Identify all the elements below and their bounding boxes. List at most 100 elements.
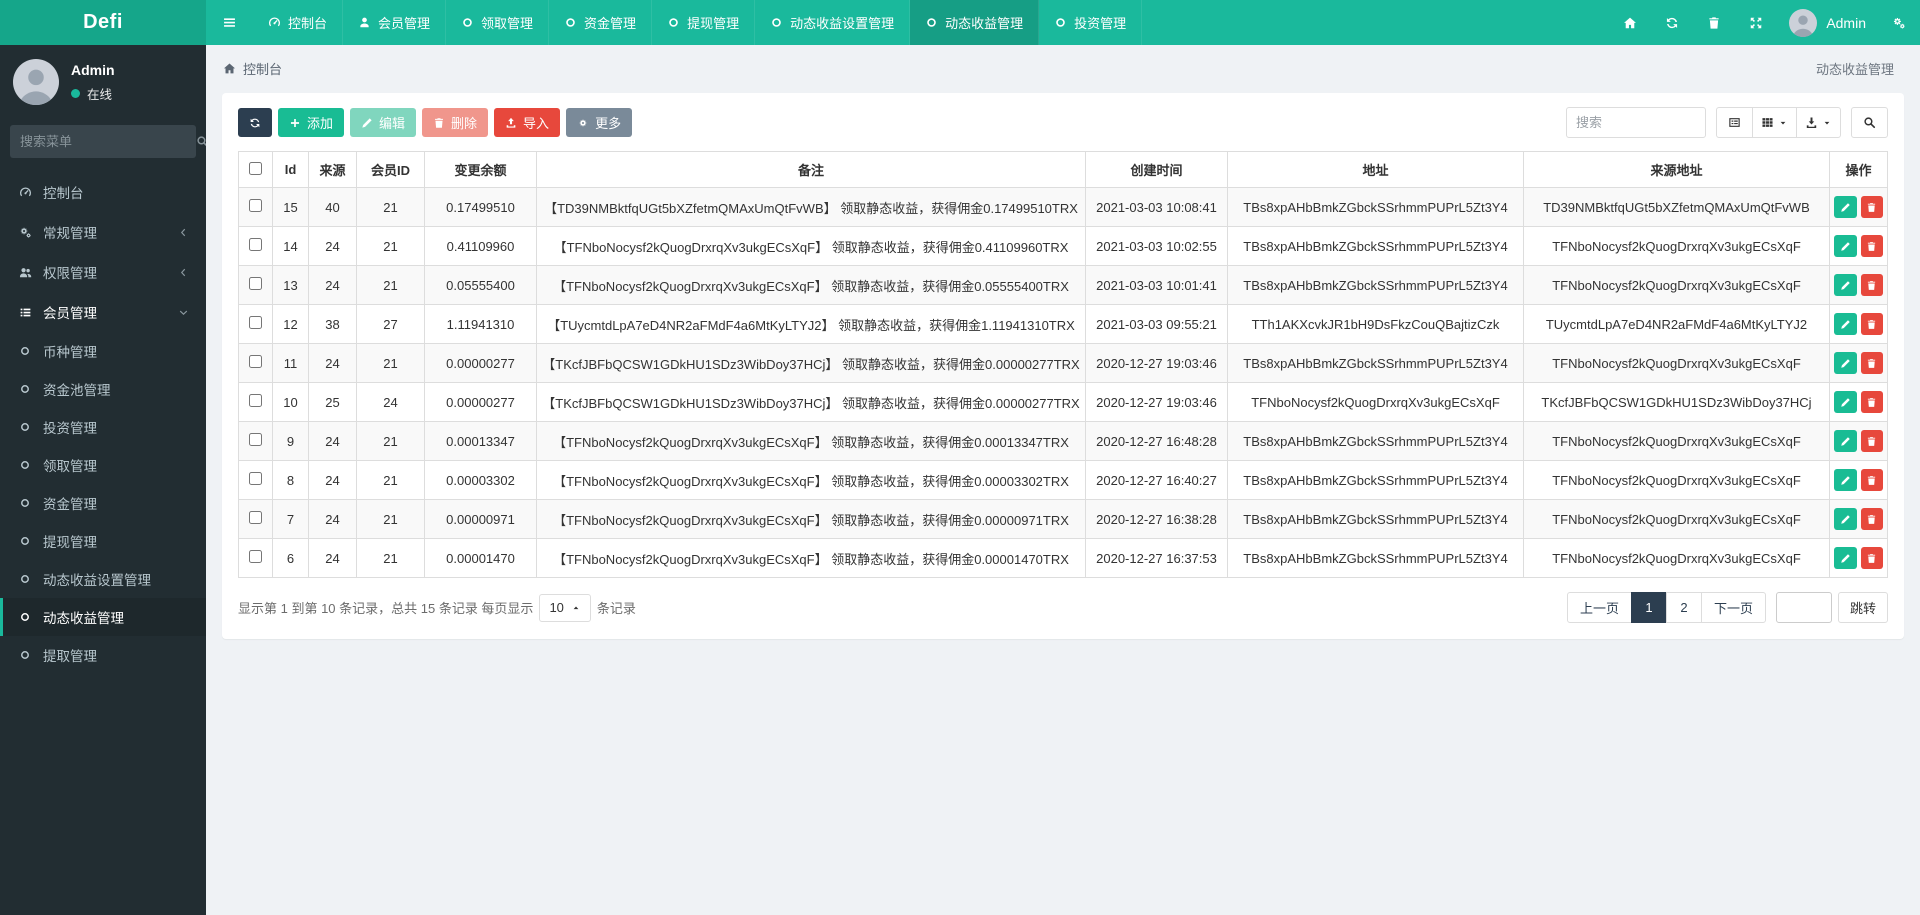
sidebar-search-input[interactable] [20, 134, 196, 149]
user-menu[interactable]: Admin [1777, 0, 1878, 45]
cogs-icon [16, 226, 34, 239]
row-delete-button[interactable] [1860, 196, 1883, 218]
refresh-page-button[interactable] [1651, 0, 1693, 45]
cell-id: 10 [272, 382, 309, 422]
cell-operate [1829, 343, 1888, 383]
row-checkbox[interactable] [249, 199, 262, 212]
cell-operate [1829, 187, 1888, 227]
delete-button[interactable]: 删除 [422, 108, 489, 137]
row-edit-button[interactable] [1834, 547, 1857, 569]
sidebar-item-pool[interactable]: 资金池管理 [0, 370, 206, 408]
trash-icon [1866, 397, 1877, 408]
row-checkbox[interactable] [249, 511, 262, 524]
sidebar-item-claim[interactable]: 领取管理 [0, 446, 206, 484]
row-edit-button[interactable] [1834, 391, 1857, 413]
sidebar-item-funds[interactable]: 资金管理 [0, 484, 206, 522]
row-delete-button[interactable] [1860, 235, 1883, 257]
jump-button[interactable]: 跳转 [1837, 592, 1888, 623]
sidebar-item-dynamic-income[interactable]: 动态收益管理 [0, 598, 206, 636]
home-button[interactable] [1609, 0, 1651, 45]
nav-item-invest[interactable]: 投资管理 [1039, 0, 1143, 45]
row-edit-button[interactable] [1834, 235, 1857, 257]
sidebar-item-dashboard[interactable]: 控制台 [0, 172, 206, 212]
nav-item-dynamic-income[interactable]: 动态收益管理 [910, 0, 1040, 45]
page-size-select[interactable]: 10 [539, 593, 591, 622]
fullscreen-button[interactable] [1735, 0, 1777, 45]
app-logo[interactable]: Defi [0, 0, 206, 45]
more-button[interactable]: 更多 [566, 108, 633, 137]
jump-page-input[interactable] [1775, 592, 1832, 623]
sidebar-item-invest[interactable]: 投资管理 [0, 408, 206, 446]
cell-created-time: 2020-12-27 19:03:46 [1085, 382, 1228, 422]
page-1-button[interactable]: 1 [1630, 592, 1667, 623]
row-checkbox[interactable] [249, 472, 262, 485]
sidebar-item-currency[interactable]: 币种管理 [0, 332, 206, 370]
row-delete-button[interactable] [1860, 274, 1883, 296]
row-delete-button[interactable] [1860, 313, 1883, 335]
nav-item-claim[interactable]: 领取管理 [446, 0, 550, 45]
import-button[interactable]: 导入 [494, 108, 561, 137]
cell-remark: 【TFNboNocysf2kQuogDrxrqXv3ukgECsXqF】 领取静… [536, 538, 1086, 578]
page-prev-button[interactable]: 上一页 [1566, 592, 1632, 623]
row-delete-button[interactable] [1860, 547, 1883, 569]
user-icon [358, 16, 371, 29]
sidebar-item-dynamic-income-settings[interactable]: 动态收益设置管理 [0, 560, 206, 598]
sidebar-item-extract[interactable]: 提取管理 [0, 636, 206, 674]
row-edit-button[interactable] [1834, 469, 1857, 491]
trash-icon [1866, 475, 1877, 486]
row-checkbox[interactable] [249, 277, 262, 290]
row-checkbox[interactable] [249, 355, 262, 368]
row-delete-button[interactable] [1860, 391, 1883, 413]
search-toggle-button[interactable] [1851, 107, 1888, 138]
column-label: 来源地址 [1650, 163, 1703, 178]
nav-item-withdraw[interactable]: 提现管理 [652, 0, 756, 45]
circle-icon [16, 611, 34, 623]
sidebar-item-member[interactable]: 会员管理 [0, 292, 206, 332]
row-edit-button[interactable] [1834, 430, 1857, 452]
sidebar-user-name: Admin [71, 62, 115, 78]
settings-button[interactable] [1878, 0, 1920, 45]
refresh-button[interactable] [238, 108, 272, 137]
nav-item-funds[interactable]: 资金管理 [549, 0, 653, 45]
sidebar-toggle-button[interactable] [206, 0, 253, 45]
clear-cache-button[interactable] [1693, 0, 1735, 45]
row-edit-button[interactable] [1834, 352, 1857, 374]
row-checkbox[interactable] [249, 316, 262, 329]
cell-source: 24 [308, 265, 357, 305]
table-row: 11 24 21 0.00000277 【TKcfJBFbQCSW1GDkHU1SDz3… [238, 343, 1888, 383]
edit-button[interactable]: 编辑 [350, 108, 417, 137]
breadcrumb[interactable]: 控制台 [223, 59, 282, 78]
add-button[interactable]: 添加 [278, 108, 345, 137]
row-checkbox[interactable] [249, 394, 262, 407]
page-next-button[interactable]: 下一页 [1700, 592, 1766, 623]
detail-view-button[interactable] [1716, 107, 1753, 138]
row-edit-button[interactable] [1834, 313, 1857, 335]
cell-address: TBs8xpAHbBmkZGbckSSrhmmPUPrL5Zt3Y4 [1227, 421, 1524, 461]
sidebar-item-auth[interactable]: 权限管理 [0, 252, 206, 292]
row-delete-button[interactable] [1860, 430, 1883, 452]
row-edit-button[interactable] [1834, 274, 1857, 296]
nav-item-dashboard[interactable]: 控制台 [253, 0, 344, 45]
row-delete-button[interactable] [1860, 352, 1883, 374]
export-button[interactable] [1796, 107, 1841, 138]
row-edit-button[interactable] [1834, 508, 1857, 530]
page-2-button[interactable]: 2 [1665, 592, 1702, 623]
columns-button[interactable] [1752, 107, 1797, 138]
row-delete-button[interactable] [1860, 469, 1883, 491]
row-select-cell [238, 382, 273, 422]
nav-item-dynamic-income-settings[interactable]: 动态收益设置管理 [755, 0, 911, 45]
select-all-checkbox[interactable] [249, 161, 262, 175]
view-buttons-group [1716, 107, 1841, 138]
row-edit-button[interactable] [1834, 196, 1857, 218]
row-checkbox[interactable] [249, 238, 262, 251]
nav-item-member[interactable]: 会员管理 [343, 0, 447, 45]
row-delete-button[interactable] [1860, 508, 1883, 530]
cell-from-address: TFNboNocysf2kQuogDrxrqXv3ukgECsXqF [1523, 460, 1830, 500]
row-checkbox[interactable] [249, 550, 262, 563]
sidebar-item-withdraw[interactable]: 提现管理 [0, 522, 206, 560]
row-checkbox[interactable] [249, 433, 262, 446]
sidebar-item-label: 会员管理 [43, 306, 97, 321]
sidebar-item-general[interactable]: 常规管理 [0, 212, 206, 252]
table-search-input[interactable] [1566, 107, 1706, 138]
sidebar-search [10, 125, 209, 158]
